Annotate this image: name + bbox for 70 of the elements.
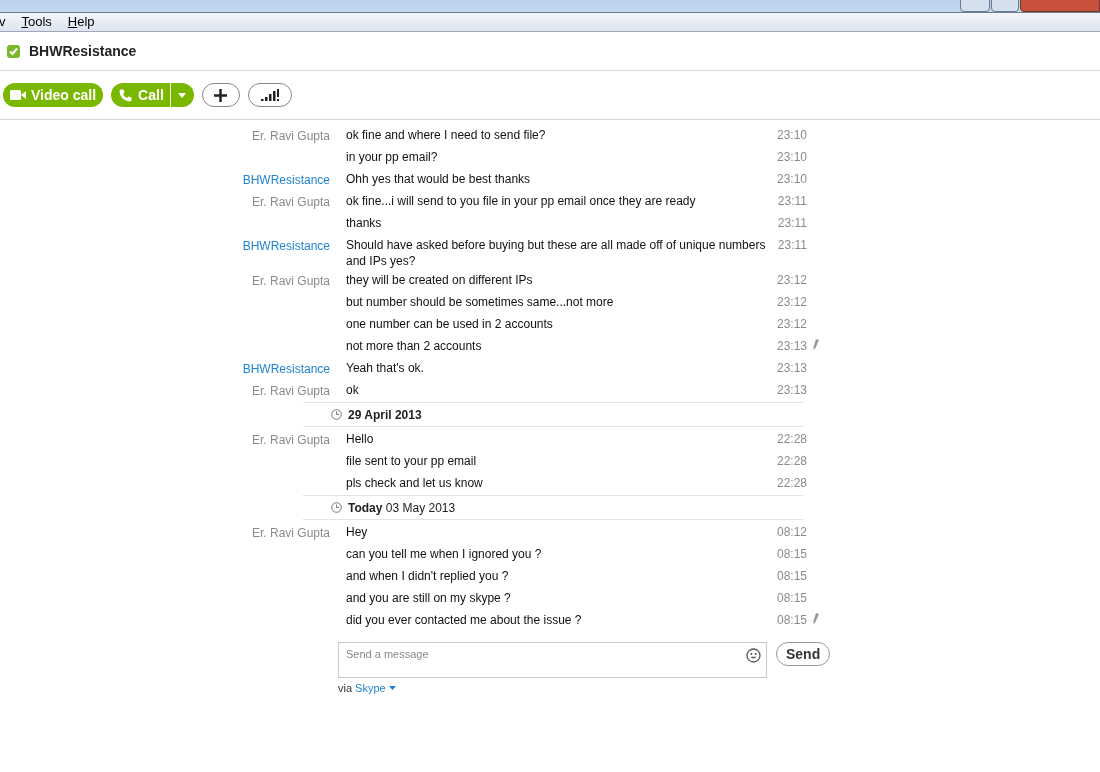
contact-name: BHWResistance	[29, 41, 137, 61]
sender-name: Er. Ravi Gupta	[251, 195, 330, 209]
sender-name: BHWResistance	[242, 173, 330, 187]
message-text: Yeah that's ok.	[346, 361, 424, 375]
message-text: Hey	[346, 525, 368, 539]
message-time: 23:13	[776, 383, 807, 397]
message-time: 23:10	[776, 172, 807, 186]
message-input[interactable]: Send a message	[338, 642, 767, 678]
message-text: and you are still on my skype ?	[346, 591, 511, 605]
message-time: 23:11	[777, 216, 807, 230]
sender-name: Er. Ravi Gupta	[251, 384, 330, 398]
message-text: and when I didn't replied you ?	[346, 569, 509, 583]
message-time: 23:12	[776, 273, 807, 287]
sender-name: BHWResistance	[242, 362, 330, 376]
clock-icon	[331, 409, 342, 420]
sender-name: Er. Ravi Gupta	[251, 526, 330, 540]
sender-name: BHWResistance	[242, 239, 330, 253]
message-text: did you ever contacted me about the issue ?	[346, 613, 582, 627]
video-camera-icon	[10, 90, 26, 100]
message-text: Hello	[346, 432, 374, 446]
maximize-button[interactable]	[991, 0, 1019, 12]
date-separator: Today 03 May 2013	[348, 499, 456, 517]
sender-name: Er. Ravi Gupta	[251, 274, 330, 288]
phone-icon	[119, 88, 133, 102]
message-text: ok fine and where I need to send file?	[346, 128, 546, 142]
caret-icon[interactable]	[388, 686, 396, 691]
message-text: pls check and let us know	[346, 476, 483, 490]
close-button[interactable]	[1020, 0, 1100, 12]
smiley-icon[interactable]	[746, 648, 761, 663]
message-time: 23:12	[776, 295, 807, 309]
message-text: Ohh yes that would be best thanks	[346, 172, 531, 186]
message-time: 23:11	[777, 238, 807, 252]
date-separator: 29 April 2013	[348, 406, 422, 424]
message-text: they will be created on different IPs	[346, 273, 533, 287]
message-time: 23:10	[776, 150, 807, 164]
sender-name: Er. Ravi Gupta	[251, 433, 330, 447]
message-text: but number should be sometimes same...not more	[346, 295, 614, 309]
network-link[interactable]: Skype	[355, 680, 386, 697]
message-text: ok	[346, 383, 359, 397]
message-time: 08:12	[776, 525, 807, 539]
message-time: 08:15	[776, 547, 807, 561]
message-time: 23:13	[776, 339, 807, 353]
minimize-button[interactable]	[960, 0, 990, 12]
message-time: 23:10	[776, 128, 807, 142]
menu-item[interactable]: Help	[67, 12, 95, 32]
message-text: in your pp email?	[346, 150, 438, 164]
message-text: ok fine...i will send to you file in your pp email once they are ready	[346, 194, 696, 208]
message-time: 22:28	[776, 476, 807, 490]
status-icon	[6, 43, 21, 59]
message-time: 08:15	[776, 569, 807, 583]
signal-icon	[260, 89, 279, 101]
message-text: thanks	[346, 216, 382, 230]
message-time: 22:28	[776, 432, 807, 446]
message-time: 23:11	[777, 194, 807, 208]
message-time: 08:15	[776, 591, 807, 605]
message-time: 23:12	[776, 317, 807, 331]
message-time: 08:15	[776, 613, 807, 627]
message-text: one number can be used in 2 accounts	[346, 317, 553, 331]
caret-icon	[178, 92, 187, 98]
plus-icon	[214, 88, 228, 102]
via-label: via	[338, 681, 353, 696]
message-text: file sent to your pp email	[346, 454, 477, 468]
message-text: Should have asked before buying but these are all made off of unique numbers and IPs yes?	[346, 238, 766, 268]
message-text: can you tell me when I ignored you ?	[346, 547, 542, 561]
clock-icon	[331, 502, 342, 513]
menu-item[interactable]: Tools	[21, 12, 52, 32]
message-time: 22:28	[776, 454, 807, 468]
message-time: 23:13	[776, 361, 807, 375]
sender-name: Er. Ravi Gupta	[251, 129, 330, 143]
message-text: not more than 2 accounts	[346, 339, 482, 353]
